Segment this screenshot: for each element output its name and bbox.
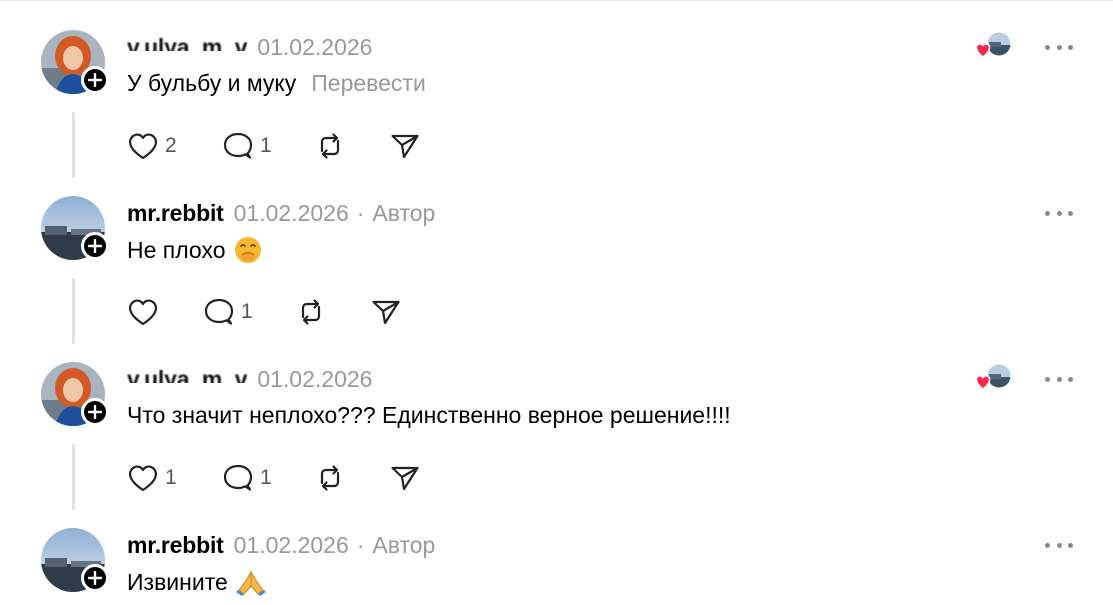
reply-button[interactable]: 1 — [222, 463, 314, 493]
thread-line — [72, 278, 75, 344]
avatar[interactable] — [41, 30, 109, 96]
comment-date[interactable]: 01.02.2026 — [234, 532, 349, 559]
avatar[interactable] — [41, 362, 109, 428]
share-button[interactable] — [389, 131, 421, 161]
heart-icon — [129, 133, 157, 160]
username[interactable]: mr.rebbit — [127, 200, 224, 227]
more-dots-icon[interactable] — [1045, 374, 1073, 384]
more-dots-icon[interactable] — [1045, 208, 1073, 218]
top-divider — [0, 0, 1113, 1]
repost-icon — [301, 299, 321, 325]
send-icon — [391, 466, 419, 491]
avatar[interactable] — [41, 196, 109, 262]
liked-by-author-badge — [973, 30, 1015, 62]
comment-text: Не плохо — [127, 236, 226, 263]
author-badge: Автор — [372, 199, 436, 226]
share-button[interactable] — [389, 463, 421, 493]
separator-dot: · — [356, 531, 365, 558]
comment: mr.rebbit 01.02.2026 · Автор Не плохо 1 — [0, 196, 1113, 366]
avatar[interactable] — [41, 528, 109, 594]
reply-button[interactable]: 1 — [203, 297, 295, 327]
repost-button[interactable] — [295, 297, 370, 327]
folded-hands-emoji — [235, 568, 266, 596]
share-button[interactable] — [370, 297, 402, 327]
hand-over-mouth-emoji — [234, 236, 262, 264]
more-dots-icon[interactable] — [1045, 540, 1073, 550]
comment-date[interactable]: 01.02.2026 — [257, 34, 372, 61]
repost-icon — [320, 465, 340, 491]
like-button[interactable]: 1 — [127, 463, 222, 493]
repost-icon — [320, 133, 340, 159]
username[interactable]: v.ulya_m_v — [127, 366, 247, 384]
comment-text: Что значит неплохо??? Единственно верное… — [127, 402, 731, 428]
reply-button[interactable]: 1 — [222, 131, 314, 161]
like-count: 2 — [165, 134, 177, 157]
author-badge: Автор — [372, 531, 436, 558]
follow-plus-icon[interactable] — [81, 232, 109, 260]
send-icon — [372, 300, 400, 325]
comment-text: Извините — [127, 568, 228, 595]
like-button[interactable]: 2 — [127, 131, 222, 161]
reply-count: 1 — [260, 134, 272, 157]
like-button[interactable] — [127, 297, 203, 327]
username[interactable]: mr.rebbit — [127, 532, 224, 559]
speech-bubble-icon — [223, 464, 253, 491]
comment: mr.rebbit 01.02.2026 · Автор Извините — [0, 528, 1113, 605]
separator-dot: · — [356, 199, 365, 226]
reply-count: 1 — [241, 300, 253, 323]
heart-icon — [129, 465, 157, 492]
follow-plus-icon[interactable] — [81, 398, 109, 426]
reply-count: 1 — [260, 466, 272, 489]
comment-text: У бульбу и муку — [127, 70, 297, 96]
comment-date[interactable]: 01.02.2026 — [234, 200, 349, 227]
heart-icon — [129, 299, 157, 326]
thread-line — [72, 112, 75, 178]
repost-button[interactable] — [314, 463, 389, 493]
comment-date[interactable]: 01.02.2026 — [257, 366, 372, 393]
username[interactable]: v.ulya_m_v — [127, 34, 247, 52]
send-icon — [391, 134, 419, 159]
follow-plus-icon[interactable] — [81, 564, 109, 592]
comment: v.ulya_m_v 01.02.2026 У бульбу и муку Пе… — [0, 30, 1113, 200]
like-count: 1 — [165, 466, 177, 489]
more-dots-icon[interactable] — [1045, 42, 1073, 52]
speech-bubble-icon — [204, 298, 234, 325]
repost-button[interactable] — [314, 131, 389, 161]
thread-line — [72, 444, 75, 510]
follow-plus-icon[interactable] — [81, 66, 109, 94]
speech-bubble-icon — [223, 132, 253, 159]
translate-link[interactable]: Перевести — [311, 70, 426, 97]
comment: v.ulya_m_v 01.02.2026 Что значит неплохо… — [0, 362, 1113, 532]
liked-by-author-badge — [973, 362, 1015, 394]
